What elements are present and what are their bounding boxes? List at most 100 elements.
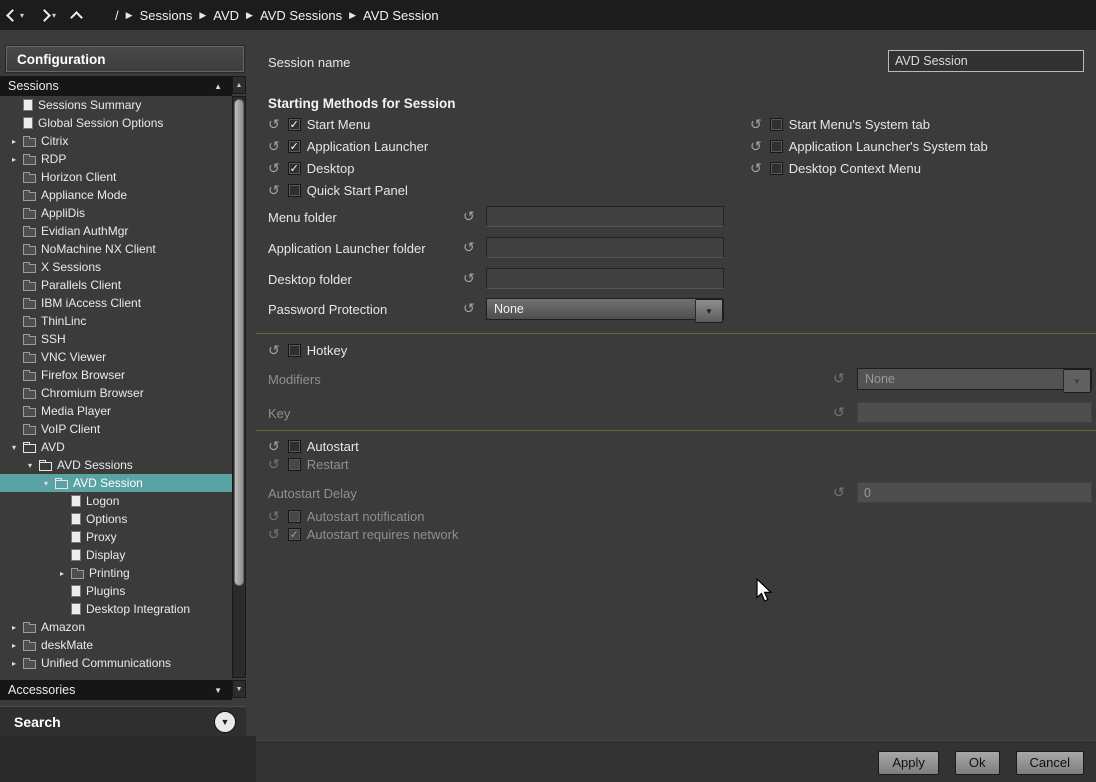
expander-icon[interactable]: ▸ bbox=[12, 623, 23, 632]
reset-icon[interactable]: ↺ bbox=[268, 117, 280, 131]
tree-item-avd-session[interactable]: ▾AVD Session bbox=[0, 474, 232, 492]
scrollbar-thumb[interactable] bbox=[234, 99, 244, 586]
tree-item-evidian-authmgr[interactable]: Evidian AuthMgr bbox=[0, 222, 232, 240]
search-section-header[interactable]: Search ▼ bbox=[0, 706, 246, 736]
tree-item-thinlinc[interactable]: ThinLinc bbox=[0, 312, 232, 330]
tree-item-media-player[interactable]: Media Player bbox=[0, 402, 232, 420]
tree-item-avd-sessions[interactable]: ▾AVD Sessions bbox=[0, 456, 232, 474]
reset-icon[interactable]: ↺ bbox=[750, 117, 762, 131]
reset-icon[interactable]: ↺ bbox=[463, 209, 475, 223]
reset-icon[interactable]: ↺ bbox=[750, 139, 762, 153]
tree-item-label: AVD bbox=[41, 440, 65, 454]
tree-item-ibm-iaccess-client[interactable]: IBM iAccess Client bbox=[0, 294, 232, 312]
tree-item-firefox-browser[interactable]: Firefox Browser bbox=[0, 366, 232, 384]
apply-button[interactable]: Apply bbox=[878, 751, 939, 775]
tree-item-display[interactable]: Display bbox=[0, 546, 232, 564]
tree-item-proxy[interactable]: Proxy bbox=[0, 528, 232, 546]
tree-item-rdp[interactable]: ▸RDP bbox=[0, 150, 232, 168]
app-launcher-folder-input[interactable] bbox=[486, 237, 724, 258]
reset-icon[interactable]: ↺ bbox=[463, 240, 475, 254]
reset-icon[interactable]: ↺ bbox=[750, 161, 762, 175]
tree-item-options[interactable]: Options bbox=[0, 510, 232, 528]
reset-icon[interactable]: ↺ bbox=[268, 343, 280, 357]
checkbox-label: Start Menu's System tab bbox=[789, 117, 930, 132]
menu-folder-input[interactable] bbox=[486, 206, 724, 227]
folder-icon bbox=[23, 372, 36, 381]
checkbox-label: Desktop bbox=[307, 161, 355, 176]
up-button[interactable] bbox=[64, 0, 89, 30]
breadcrumb-item-sessions[interactable]: Sessions bbox=[140, 8, 193, 23]
checkbox-desktop[interactable]: ✓ bbox=[288, 162, 301, 175]
tree-item-logon[interactable]: Logon bbox=[0, 492, 232, 510]
breadcrumb-item-avd-sessions[interactable]: AVD Sessions bbox=[260, 8, 342, 23]
back-dropdown-icon[interactable]: ▾ bbox=[20, 11, 24, 20]
tree-item-deskmate[interactable]: ▸deskMate bbox=[0, 636, 232, 654]
folder-icon bbox=[23, 624, 36, 633]
tree-item-vnc-viewer[interactable]: VNC Viewer bbox=[0, 348, 232, 366]
autostart-checkbox[interactable] bbox=[288, 440, 301, 453]
password-protection-select[interactable]: None ▼ bbox=[486, 298, 724, 320]
tree-item-citrix[interactable]: ▸Citrix bbox=[0, 132, 232, 150]
reset-icon[interactable]: ↺ bbox=[463, 301, 475, 315]
expander-icon[interactable]: ▾ bbox=[44, 479, 55, 488]
tree-item-applidis[interactable]: AppliDis bbox=[0, 204, 232, 222]
checkbox-application-launcher-s-system-tab[interactable] bbox=[770, 140, 783, 153]
reset-icon[interactable]: ↺ bbox=[268, 161, 280, 175]
scrollbar-track[interactable] bbox=[232, 96, 246, 678]
ok-button[interactable]: Ok bbox=[955, 751, 1000, 775]
search-section-label: Search bbox=[14, 714, 61, 730]
tree-item-unified-communications[interactable]: ▸Unified Communications bbox=[0, 654, 232, 672]
checkbox-quick-start-panel[interactable] bbox=[288, 184, 301, 197]
checkbox-start-menu[interactable]: ✓ bbox=[288, 118, 301, 131]
expander-icon[interactable]: ▸ bbox=[12, 659, 23, 668]
reset-icon[interactable]: ↺ bbox=[268, 183, 280, 197]
checkbox-desktop-context-menu[interactable] bbox=[770, 162, 783, 175]
scrollbar-up-button[interactable]: ▲ bbox=[232, 76, 246, 94]
checkbox-application-launcher[interactable]: ✓ bbox=[288, 140, 301, 153]
desktop-folder-input[interactable] bbox=[486, 268, 724, 289]
expander-icon[interactable]: ▾ bbox=[12, 443, 23, 452]
tree-item-chromium-browser[interactable]: Chromium Browser bbox=[0, 384, 232, 402]
dropdown-arrow-icon[interactable]: ▼ bbox=[695, 299, 723, 323]
expander-icon[interactable]: ▸ bbox=[12, 137, 23, 146]
session-name-input[interactable]: AVD Session bbox=[888, 50, 1084, 72]
folder-icon bbox=[23, 408, 36, 417]
expander-icon[interactable]: ▸ bbox=[12, 155, 23, 164]
tree-item-nomachine-nx-client[interactable]: NoMachine NX Client bbox=[0, 240, 232, 258]
tree-item-parallels-client[interactable]: Parallels Client bbox=[0, 276, 232, 294]
search-expand-button[interactable]: ▼ bbox=[214, 711, 236, 733]
hotkey-checkbox[interactable] bbox=[288, 344, 301, 357]
tree-item-desktop-integration[interactable]: Desktop Integration bbox=[0, 600, 232, 618]
forward-dropdown-icon[interactable]: ▾ bbox=[52, 11, 56, 20]
tree-item-amazon[interactable]: ▸Amazon bbox=[0, 618, 232, 636]
accessories-section-header[interactable]: Accessories ▼ bbox=[0, 680, 232, 700]
scrollbar-down-button[interactable]: ▼ bbox=[232, 680, 246, 698]
back-button[interactable]: ▾ bbox=[0, 0, 32, 30]
tree-item-voip-client[interactable]: VoIP Client bbox=[0, 420, 232, 438]
tree-item-horizon-client[interactable]: Horizon Client bbox=[0, 168, 232, 186]
expander-icon[interactable]: ▸ bbox=[12, 641, 23, 650]
tree-item-plugins[interactable]: Plugins bbox=[0, 582, 232, 600]
forward-button[interactable]: ▾ bbox=[32, 0, 64, 30]
breadcrumb-item-avd-session[interactable]: AVD Session bbox=[363, 8, 439, 23]
breadcrumb-item-avd[interactable]: AVD bbox=[213, 8, 239, 23]
reset-icon[interactable]: ↺ bbox=[463, 271, 475, 285]
folder-icon bbox=[23, 246, 36, 255]
sessions-section-header[interactable]: Sessions ▲ bbox=[0, 76, 232, 96]
tree-item-x-sessions[interactable]: X Sessions bbox=[0, 258, 232, 276]
tree-item-sessions-summary[interactable]: Sessions Summary bbox=[0, 96, 232, 114]
checkbox-start-menu-s-system-tab[interactable] bbox=[770, 118, 783, 131]
tree-item-global-session-options[interactable]: Global Session Options bbox=[0, 114, 232, 132]
tree-item-ssh[interactable]: SSH bbox=[0, 330, 232, 348]
cancel-button[interactable]: Cancel bbox=[1016, 751, 1084, 775]
tree-item-avd[interactable]: ▾ AVD bbox=[0, 438, 232, 456]
key-input bbox=[857, 402, 1092, 423]
expander-icon[interactable]: ▸ bbox=[60, 569, 71, 578]
tree-item-appliance-mode[interactable]: Appliance Mode bbox=[0, 186, 232, 204]
autostart-delay-value: 0 bbox=[864, 486, 871, 500]
expander-icon[interactable]: ▾ bbox=[28, 461, 39, 470]
tree-item-printing[interactable]: ▸Printing bbox=[0, 564, 232, 582]
reset-icon[interactable]: ↺ bbox=[268, 139, 280, 153]
autostart-delay-label: Autostart Delay bbox=[268, 486, 357, 501]
reset-icon[interactable]: ↺ bbox=[268, 439, 280, 453]
